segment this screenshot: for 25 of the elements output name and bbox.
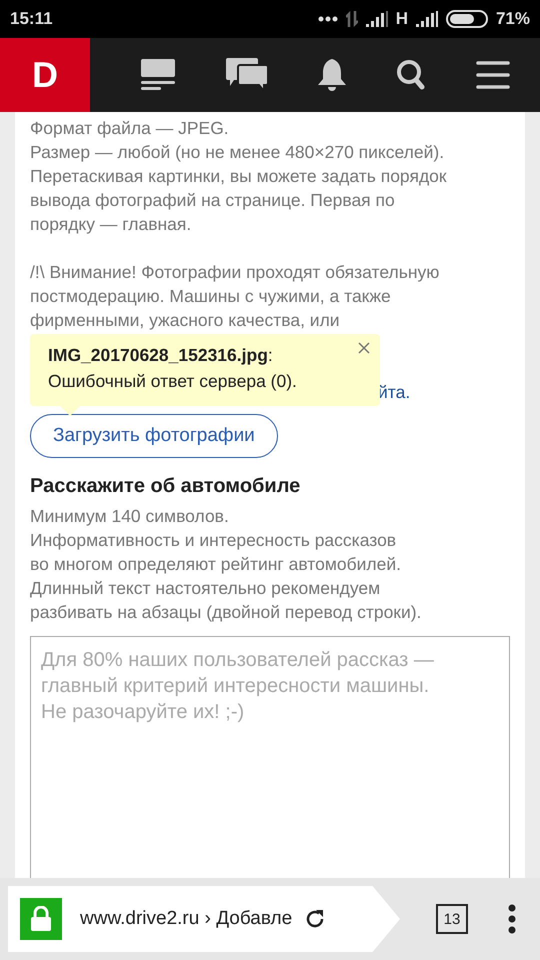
bell-icon[interactable]: [318, 59, 346, 91]
search-icon[interactable]: [397, 60, 426, 90]
url-text: www.drive2.ru › Добавле: [80, 907, 292, 931]
signal-icon: [416, 11, 438, 27]
tabs-button[interactable]: 13: [436, 904, 468, 934]
error-message: IMG_20170628_152316.jpg: Ошибочный ответ сервера (0).: [48, 344, 298, 393]
feed-icon[interactable]: [140, 59, 175, 91]
photo-requirements: Формат файла — JPEG. Размер — любой (но не менее 480×270 пикселей). Перетаскивая картинки, вы можете задать порядок вывода фотографий на странице. Первая по порядку — главная.: [30, 117, 448, 236]
story-hint: Минимум 140 символов. Информативность и интересность рассказов во многом определяют рейтинг автомобилей. Длинный текст настоятельно рекомендуем разбивать на абзацы (двойной перевод строки).: [30, 505, 422, 624]
battery-level: 71%: [496, 9, 530, 29]
signal-icon: [366, 11, 388, 27]
more-dots-icon: [318, 16, 338, 22]
overflow-menu-icon[interactable]: [508, 904, 516, 934]
upload-photos-button[interactable]: Загрузить фотографии: [30, 414, 278, 458]
story-textarea[interactable]: Для 80% наших пользователей рассказ — главный критерий интересности машины. Не разочаруйте их! ;-): [30, 636, 510, 878]
section-heading: Расскажите об автомобиле: [30, 474, 302, 499]
moderation-warning: /!\ Внимание! Фотографии проходят обязательную постмодерацию. Машины с чужими, а также фирменными, ужасного качества, или: [30, 261, 440, 332]
menu-icon[interactable]: [476, 61, 510, 89]
site-logo[interactable]: D: [0, 38, 90, 112]
network-type: H: [396, 9, 408, 29]
status-time: 15:11: [10, 9, 53, 29]
data-transfer-icon: [346, 11, 358, 27]
battery-icon: [446, 10, 488, 28]
close-icon[interactable]: [358, 342, 370, 354]
address-bar[interactable]: www.drive2.ru › Добавле: [8, 886, 400, 952]
